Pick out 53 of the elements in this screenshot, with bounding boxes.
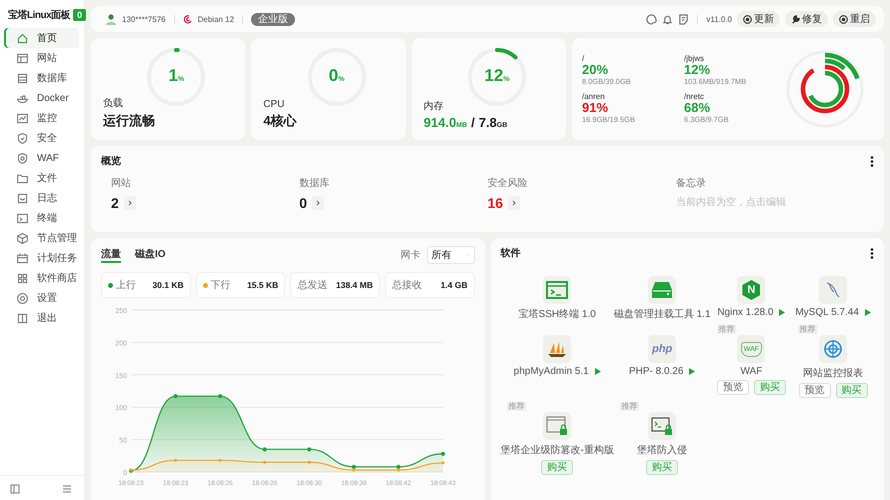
traffic-label: 总接收	[392, 278, 422, 292]
php-logo: php	[652, 343, 672, 355]
disk-percent: 20%	[582, 63, 610, 77]
overview-count: 16	[488, 195, 504, 211]
overview-label: 备忘录	[676, 176, 707, 190]
disk-path: /jbjws	[684, 54, 706, 63]
panel-version: v11.0.0	[706, 14, 732, 24]
software-name: Nginx 1.28.0	[717, 307, 774, 318]
stat-label: 负载	[103, 96, 124, 110]
hexagon-logo: N	[742, 280, 760, 300]
edition-badge: 企业版	[251, 12, 296, 26]
software-name: 堡塔防入侵	[637, 444, 688, 457]
recommend-tag: 推荐	[798, 325, 818, 334]
software-name: WAF	[740, 366, 762, 377]
overview-label: 数据库	[299, 176, 330, 190]
user-account: 130****7576	[122, 14, 166, 24]
section-title: 概览	[101, 154, 121, 168]
traffic-value: 15.5 KB	[247, 280, 278, 290]
overview-label: 网站	[111, 176, 132, 190]
disk-percent: 68%	[684, 101, 712, 115]
disk-path: /anren	[582, 92, 606, 101]
disk-path: /nretc	[684, 92, 706, 101]
overview-label: 安全风险	[488, 176, 528, 190]
software-name: phpMyAdmin 5.1	[514, 366, 589, 377]
recommend-tag: 推荐	[620, 402, 640, 411]
os-version: Debian 12	[198, 14, 234, 24]
overview-count: 0	[299, 195, 308, 211]
stat-label: CPU	[263, 99, 286, 110]
disk-path: /	[582, 54, 586, 63]
overview-count: 2	[111, 195, 119, 211]
software-name: 宝塔SSH终端 1.0	[518, 308, 596, 321]
software-name: MySQL 5.7.44	[795, 307, 859, 318]
recommend-tag: 推荐	[506, 402, 526, 411]
app-title: 宝塔Linux面板	[8, 8, 70, 22]
software-name: 堡塔企业级防篡改-重构版	[500, 444, 614, 457]
disk-percent: 12%	[684, 63, 712, 77]
software-name: 网站监控报表	[803, 366, 864, 380]
disk-percent: 91%	[582, 101, 610, 115]
software-name: 磁盘管理挂载工具 1.1	[614, 308, 711, 321]
stat-value: 4核心	[263, 112, 298, 130]
traffic-value: 138.4 MB	[336, 280, 373, 290]
traffic-value: 30.1 KB	[152, 280, 184, 290]
stat-value: 运行流畅	[103, 112, 156, 130]
slash: /	[471, 115, 475, 130]
traffic-label: 上行	[116, 278, 136, 292]
traffic-value: 1.4 GB	[440, 280, 468, 290]
recommend-tag: 推荐	[716, 325, 736, 334]
traffic-label: 下行	[210, 279, 231, 292]
stat-label: 内存	[424, 100, 445, 113]
section-title: 软件	[500, 246, 520, 260]
traffic-label: 总发送	[297, 278, 328, 292]
nic-label: 网卡	[400, 248, 420, 262]
software-name: PHP- 8.0.26	[628, 366, 684, 377]
